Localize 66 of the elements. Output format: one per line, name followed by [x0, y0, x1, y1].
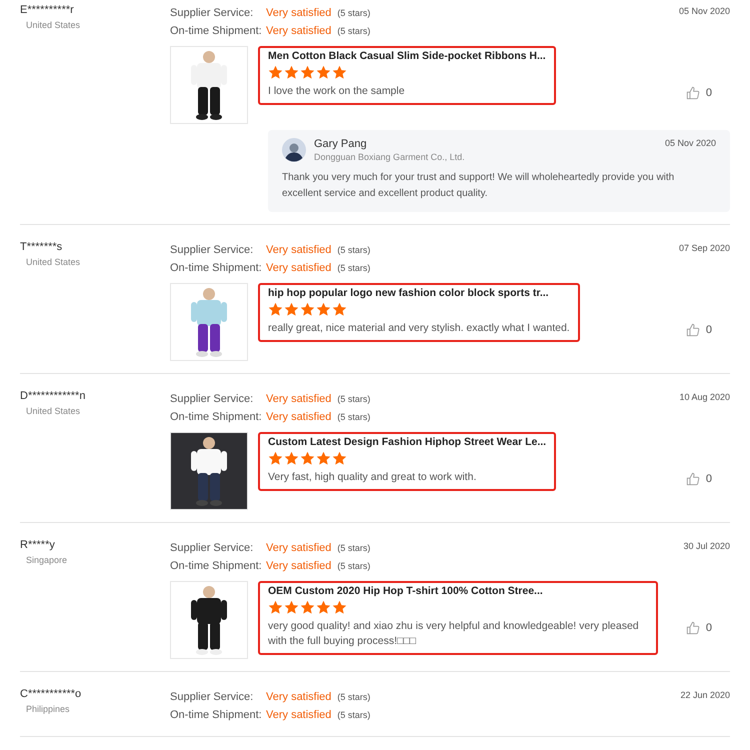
reply-author: Gary Pang [314, 138, 368, 150]
like-count: 0 [706, 324, 712, 336]
reviewer-name: D************n [20, 390, 86, 402]
reviewer-name: T*******s [20, 241, 64, 253]
reviewer-name: E**********r [20, 4, 75, 16]
rating-value: Very satisfied [266, 410, 332, 425]
rating-value: Very satisfied [266, 708, 332, 723]
thumbs-up-icon[interactable] [686, 86, 700, 100]
rating-stars-text: (5 stars) [337, 25, 370, 38]
like-count: 0 [706, 473, 712, 485]
review-date: 10 Aug 2020 [679, 392, 730, 402]
rating-label: On-time Shipment: [170, 24, 263, 39]
rating-label: Supplier Service: [170, 690, 254, 705]
review-date: 30 Jul 2020 [683, 541, 730, 551]
review-comment: I love the work on the sample [268, 84, 406, 99]
rating-value: Very satisfied [266, 24, 332, 39]
rating-stars-text: (5 stars) [337, 262, 370, 275]
reviewer-country: United States [26, 20, 82, 30]
rating-label: On-time Shipment: [170, 559, 263, 574]
rating-stars-text: (5 stars) [337, 393, 370, 406]
rating-stars-text: (5 stars) [337, 709, 370, 722]
thumbs-up-icon[interactable] [686, 621, 700, 635]
rating-label: On-time Shipment: [170, 410, 263, 425]
rating-stars-text: (5 stars) [337, 542, 370, 555]
rating-stars-text: (5 stars) [337, 411, 370, 424]
rating-label: Supplier Service: [170, 6, 254, 21]
rating-value: Very satisfied [266, 392, 332, 407]
rating-label: Supplier Service: [170, 541, 254, 556]
rating-label: On-time Shipment: [170, 261, 263, 276]
rating-value: Very satisfied [266, 541, 332, 556]
reviewer-country: United States [26, 406, 82, 416]
rating-stars-text: (5 stars) [337, 691, 370, 704]
reviewer-name: R*****y [20, 539, 56, 551]
reply-date: 05 Nov 2020 [664, 138, 716, 148]
reviewer-country: Singapore [26, 555, 68, 565]
like-count: 0 [706, 622, 712, 634]
review-date: 07 Sep 2020 [678, 243, 730, 253]
rating-stars-text: (5 stars) [337, 7, 370, 20]
review-date: 05 Nov 2020 [678, 6, 730, 16]
rating-label: On-time Shipment: [170, 708, 263, 723]
product-title[interactable]: OEM Custom 2020 Hip Hop T-shirt 100% Cotton Stree... [268, 585, 648, 597]
product-title[interactable]: Custom Latest Design Fashion Hiphop Street Wear Le... [268, 436, 546, 448]
rating-value: Very satisfied [266, 559, 332, 574]
reviewer-name: C***********o [20, 688, 82, 700]
product-title[interactable]: Men Cotton Black Casual Slim Side-pocket Ribbons H... [268, 50, 546, 62]
reply-company: Dongguan Boxiang Garment Co., Ltd. [314, 152, 466, 162]
review-date: 22 Jun 2020 [680, 690, 730, 700]
rating-value: Very satisfied [266, 243, 332, 258]
reviewer-country: United States [26, 257, 82, 267]
like-count: 0 [706, 87, 712, 99]
rating-value: Very satisfied [266, 261, 332, 276]
avatar-icon [282, 138, 306, 162]
rating-value: Very satisfied [266, 690, 332, 705]
review-comment: Very fast, high quality and great to work with. [268, 470, 478, 485]
review-comment: really great, nice material and very stylish. exactly what I wanted. [268, 321, 570, 336]
reviewer-country: Philippines [26, 704, 71, 714]
thumbs-up-icon[interactable] [686, 472, 700, 486]
rating-stars-text: (5 stars) [337, 560, 370, 573]
rating-stars-text: (5 stars) [337, 244, 370, 257]
rating-label: Supplier Service: [170, 243, 254, 258]
reply-text: Thank you very much for your trust and support! We will wholeheartedly provide you with excellent service and excellent product quality. [282, 171, 676, 201]
rating-value: Very satisfied [266, 6, 332, 21]
thumbs-up-icon[interactable] [686, 323, 700, 337]
rating-label: Supplier Service: [170, 392, 254, 407]
review-comment: very good quality! and xiao zhu is very helpful and knowledgeable! very pleased with the full buying process!□□□ [268, 619, 640, 649]
product-title[interactable]: hip hop popular logo new fashion color block sports tr... [268, 287, 570, 299]
